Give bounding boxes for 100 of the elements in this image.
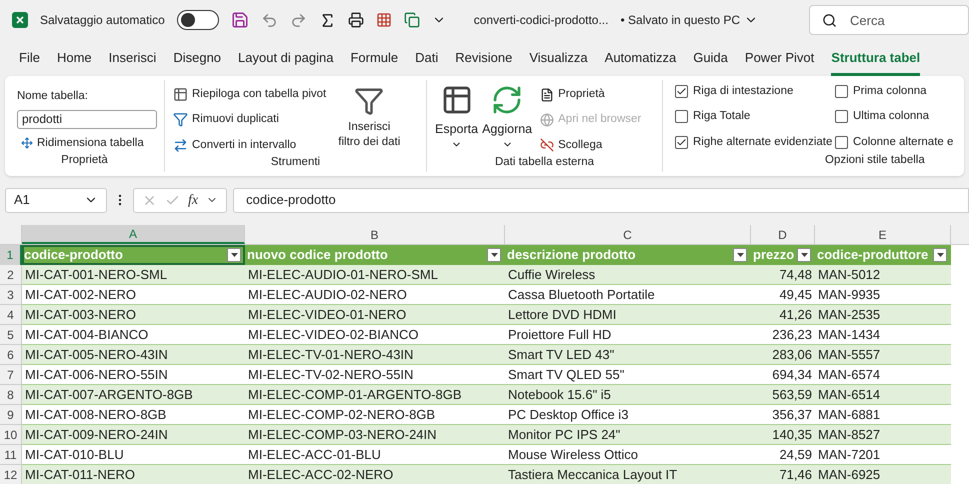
filter-dropdown-icon[interactable] xyxy=(733,248,747,262)
menu-tab[interactable]: Dati xyxy=(415,40,438,76)
table-cell: Cuffie Wireless xyxy=(505,265,751,285)
pivot-table-icon xyxy=(173,87,188,102)
export-button[interactable]: Esporta xyxy=(435,120,478,139)
option-label: Riga Totale xyxy=(693,109,750,124)
checkbox[interactable] xyxy=(835,110,848,124)
table-cell: MAN-5012 xyxy=(815,265,951,285)
formula-field[interactable]: codice-prodotto xyxy=(233,188,969,212)
menu-tab[interactable]: Revisione xyxy=(455,40,512,76)
column-header[interactable]: E xyxy=(815,225,951,244)
checkbox[interactable] xyxy=(835,85,848,98)
table-cell: MI-CAT-003-NERO xyxy=(22,305,245,325)
row-number: 7 xyxy=(0,365,22,385)
insert-slicer-button[interactable]: Inserisci filtro dei dati xyxy=(338,120,400,150)
print-icon[interactable] xyxy=(348,12,364,28)
menu-tab[interactable]: Home xyxy=(56,40,92,76)
name-box[interactable]: A1 xyxy=(14,190,30,210)
table-cell: 283,06 xyxy=(751,345,815,365)
checkbox[interactable] xyxy=(835,136,848,149)
refresh-icon xyxy=(491,84,524,116)
resize-table-button[interactable]: Ridimensiona tabella xyxy=(37,134,144,152)
table-name-label: Nome tabella: xyxy=(17,89,89,104)
undo-icon[interactable] xyxy=(260,12,278,28)
row-number: 6 xyxy=(0,345,22,365)
save-icon[interactable] xyxy=(230,11,249,29)
column-header[interactable]: C xyxy=(505,225,751,244)
menu-tab[interactable]: Guida xyxy=(693,40,728,76)
insert-function-button[interactable]: fx xyxy=(188,190,198,210)
table-cell: MI-ELEC-COMP-01-ARGENTO-8GB xyxy=(245,385,505,405)
checkbox[interactable] xyxy=(675,110,688,124)
tool-button[interactable]: Converti in intervallo xyxy=(192,136,296,154)
tool-button[interactable]: Rimuovi duplicati xyxy=(192,111,279,128)
table-cell: MI-CAT-007-ARGENTO-8GB xyxy=(22,385,245,405)
redo-icon[interactable] xyxy=(290,12,307,28)
menu-tab[interactable]: Automatizza xyxy=(604,40,676,76)
external-data-button[interactable]: Scollega xyxy=(558,136,602,154)
autosave-toggle[interactable] xyxy=(176,10,219,30)
table-cell: MAN-6514 xyxy=(815,385,951,405)
excel-logo-icon xyxy=(12,12,28,28)
table-cell: MI-ELEC-VIDEO-01-NERO xyxy=(245,305,505,325)
funnel-icon xyxy=(173,112,188,128)
menu-tab[interactable]: Disegno xyxy=(173,40,222,76)
column-header[interactable]: D xyxy=(751,225,815,244)
search-icon xyxy=(822,13,837,28)
table-header-cell-text: descrizione prodotto xyxy=(507,246,636,264)
search-field[interactable]: Cerca xyxy=(809,5,969,35)
table-cell: Monitor PC IPS 24" xyxy=(505,425,751,445)
row-number: 10 xyxy=(0,425,22,445)
external-data-button[interactable]: Proprietà xyxy=(558,86,605,104)
row-number: 2 xyxy=(0,265,22,285)
menu-tab[interactable]: Layout di pagina xyxy=(238,40,334,76)
menu-tab[interactable]: Power Pivot xyxy=(744,40,814,76)
document-icon xyxy=(540,88,554,102)
table-cell: 140,35 xyxy=(751,425,815,445)
table-cell: 41,26 xyxy=(751,305,815,325)
copy-icon[interactable] xyxy=(404,12,420,28)
filter-dropdown-icon[interactable] xyxy=(797,248,811,262)
table-header-cell-text: codice-prodotto xyxy=(24,246,123,264)
filter-dropdown-icon[interactable] xyxy=(933,248,947,262)
table-cell: 71,46 xyxy=(751,465,815,484)
menu-tab[interactable]: Visualizza xyxy=(529,40,588,76)
table-header-cell-text: nuovo codice prodotto xyxy=(247,246,388,264)
filter-dropdown-icon[interactable] xyxy=(487,248,501,262)
table-cell: MI-ELEC-AUDIO-01-NERO-SML xyxy=(245,265,505,285)
option-label: Ultima colonna xyxy=(853,109,930,124)
resize-icon xyxy=(21,137,33,150)
checkbox[interactable] xyxy=(675,85,688,98)
row-number: 9 xyxy=(0,405,22,425)
table-cell: MI-CAT-001-NERO-SML xyxy=(22,265,245,285)
table-cell: Notebook 15.6" i5 xyxy=(505,385,751,405)
table-header-cell-text: prezzo xyxy=(753,246,794,264)
table-cell: MAN-8527 xyxy=(815,425,951,445)
row-number: 3 xyxy=(0,285,22,305)
table-cell: MAN-5557 xyxy=(815,345,951,365)
menu-tab[interactable]: Formule xyxy=(350,40,398,76)
tool-button[interactable]: Riepiloga con tabella pivot xyxy=(192,86,326,104)
table-cell: MI-CAT-005-NERO-43IN xyxy=(22,345,245,365)
table-icon xyxy=(440,84,473,116)
menu-tab[interactable]: File xyxy=(19,40,40,76)
table-name-field[interactable]: prodotti xyxy=(17,110,157,128)
column-header[interactable]: B xyxy=(245,225,505,244)
checkbox[interactable] xyxy=(675,136,688,149)
save-status[interactable]: • Salvato in questo PC xyxy=(620,11,740,29)
option-label: Prima colonna xyxy=(853,84,927,99)
table-cell: MI-CAT-009-NERO-24IN xyxy=(22,425,245,445)
grid-icon[interactable] xyxy=(376,12,392,28)
group-title: Opzioni stile tabella xyxy=(825,152,926,168)
filter-dropdown-icon[interactable] xyxy=(227,248,241,262)
row-number: 4 xyxy=(0,305,22,325)
row-number: 12 xyxy=(0,465,22,484)
option-label: Righe alternate evidenziate xyxy=(693,134,832,150)
refresh-button[interactable]: Aggiorna xyxy=(482,120,532,139)
menu-tab[interactable]: Inserisci xyxy=(108,40,156,76)
group-title: Strumenti xyxy=(270,154,320,170)
table-cell: MI-ELEC-COMP-03-NERO-24IN xyxy=(245,425,505,445)
funnel-icon xyxy=(354,86,384,116)
table-cell: MI-CAT-011-NERO xyxy=(22,465,245,484)
table-cell: Lettore DVD HDMI xyxy=(505,305,751,325)
row-number: 1 xyxy=(0,245,22,265)
